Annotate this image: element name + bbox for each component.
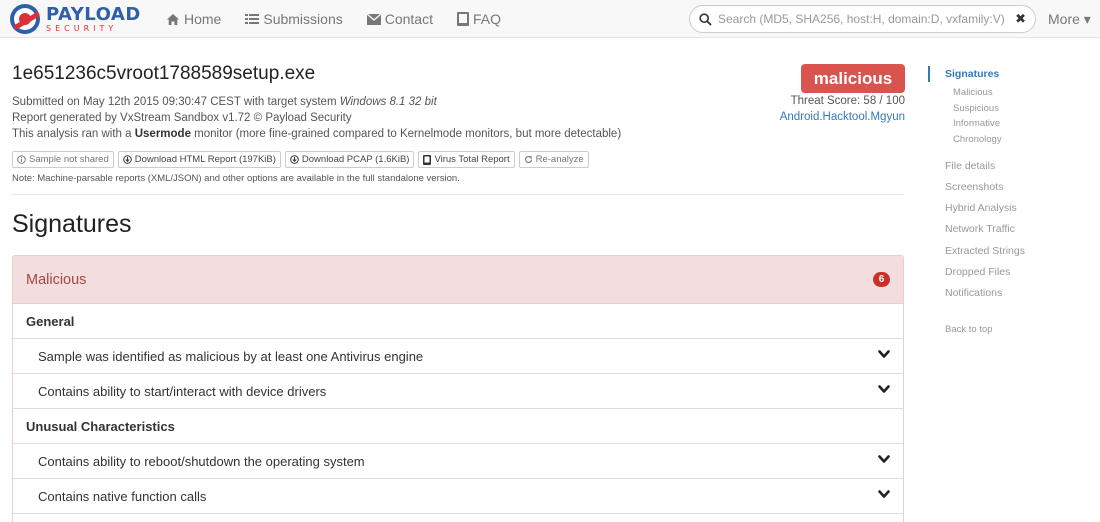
info-circle-icon [17,155,26,164]
nav-faq-label: FAQ [472,11,501,27]
signature-row[interactable]: Contains ability to start/interact with … [13,374,903,409]
download-pcap-button[interactable]: Download PCAP (1.6KiB) [284,151,415,168]
nav-faq-link[interactable]: FAQ [456,11,501,27]
monitor-mode: Usermode [134,128,191,140]
reports-note: Note: Machine-parsable reports (XML/JSON… [12,173,460,184]
sidebar-item-suspicious[interactable]: Suspicious [953,103,999,114]
panel-title: Malicious [26,271,87,288]
malicious-signatures-panel: Malicious 6 General Sample was identifie… [12,255,904,522]
sidebar-item-dropped-files[interactable]: Dropped Files [945,266,1010,278]
target-system: Windows 8.1 32 bit [339,96,437,108]
logo-mark-icon [10,4,40,34]
sample-not-shared-button[interactable]: Sample not shared [12,151,114,168]
sidebar-item-malicious[interactable]: Malicious [953,87,993,98]
signature-label: Contains ability to start/interact with … [38,383,327,399]
download-html-report-label: Download HTML Report (197KiB) [134,154,276,165]
file-title: 1e651236c5vroot1788589setup.exe [12,63,316,84]
nav-home-label: Home [184,11,222,27]
home-icon [167,13,179,25]
sidebar-item-extracted-strings[interactable]: Extracted Strings [945,245,1025,257]
sidebar-item-file-details[interactable]: File details [945,160,995,172]
signature-label: Contains native function calls [38,488,207,504]
signature-count-badge: 6 [873,272,890,287]
nav-home-link[interactable]: Home [166,11,221,27]
generated-by-line: Report generated by VxStream Sandbox v1.… [12,112,352,124]
logo-name: PAYLOAD [46,3,141,25]
sample-not-shared-label: Sample not shared [29,154,109,165]
top-navbar: PAYLOAD SECURITY Home Submissions Contac… [0,0,1100,38]
search-input[interactable] [718,12,1008,26]
book-icon [456,12,469,26]
virus-total-report-label: Virus Total Report [434,154,510,165]
more-menu[interactable]: More ▾ [1048,11,1091,28]
sidebar-item-informative[interactable]: Informative [953,118,1000,129]
signatures-heading: Signatures [12,210,132,238]
sidebar-item-hybrid-analysis[interactable]: Hybrid Analysis [945,202,1017,214]
signature-category: General [13,304,903,339]
signature-label: Contains ability to reboot/shutdown the … [38,453,365,469]
sidebar-item-network-traffic[interactable]: Network Traffic [945,223,1015,235]
chevron-down-icon[interactable] [878,490,890,499]
back-to-top-link[interactable]: Back to top [945,324,993,335]
sidebar-item-signatures[interactable]: Signatures [945,68,999,80]
book-icon [423,154,432,165]
nav-submissions-label: Submissions [263,11,343,27]
virus-total-report-button[interactable]: Virus Total Report [418,151,515,168]
nav-contact-link[interactable]: Contact [366,11,433,27]
refresh-icon [524,155,532,163]
report-actions: Sample not shared Download HTML Report (… [12,151,593,168]
search-box[interactable]: ✖ [689,5,1036,33]
download-circle-icon [122,155,132,164]
clear-search-icon[interactable]: ✖ [1015,11,1026,27]
signature-category: Unusual Characteristics [13,409,903,444]
chevron-down-icon[interactable] [878,385,890,394]
nav-links: Home Submissions Contact FAQ [166,0,525,38]
report-meta: Submitted on May 12th 2015 09:30:47 CEST… [12,94,621,142]
list-icon [245,14,260,24]
active-indicator [928,66,930,82]
malware-family-link[interactable]: Android.Hacktool.Mgyun [780,111,905,123]
sidebar-item-screenshots[interactable]: Screenshots [945,181,1003,193]
chevron-down-icon[interactable] [878,350,890,359]
nav-contact-label: Contact [384,11,433,27]
envelope-icon [366,13,381,25]
payload-security-logo[interactable]: PAYLOAD SECURITY [10,3,141,35]
mode-line: This analysis ran with a Usermode monito… [12,128,622,140]
logo-subtitle: SECURITY [46,23,118,33]
signature-label: Sample was identified as malicious by at… [38,348,424,364]
sidebar-item-chronology[interactable]: Chronology [953,134,1002,145]
panel-heading[interactable]: Malicious 6 [13,256,903,304]
signature-row[interactable]: Contains native function calls [13,479,903,514]
sidebar-item-notifications[interactable]: Notifications [945,287,1002,299]
signature-row[interactable]: Contains ability to reboot/shutdown the … [13,444,903,479]
download-pcap-label: Download PCAP (1.6KiB) [301,154,410,165]
download-circle-icon [290,155,299,164]
chevron-down-icon[interactable] [878,455,890,464]
nav-submissions-link[interactable]: Submissions [245,11,343,27]
re-analyze-label: Re-analyze [535,154,584,165]
signature-row[interactable]: Sample was identified as malicious by at… [13,339,903,374]
threat-score: Threat Score: 58 / 100 [790,95,905,107]
verdict-badge: malicious [801,64,905,93]
search-icon [699,12,712,26]
header-divider [12,194,904,195]
re-analyze-button[interactable]: Re-analyze [518,151,589,168]
download-html-report-button[interactable]: Download HTML Report (197KiB) [117,151,281,168]
submission-line: Submitted on May 12th 2015 09:30:47 CEST… [12,96,437,108]
